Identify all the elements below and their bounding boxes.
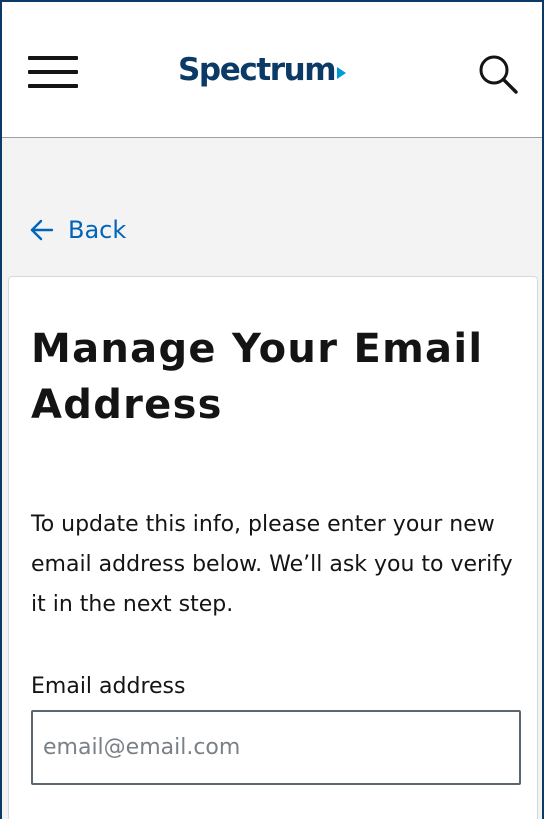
page-title: Manage Your Email Address xyxy=(31,326,484,428)
spectrum-logo[interactable]: Spectrum xyxy=(178,48,347,92)
hamburger-menu-icon[interactable] xyxy=(28,52,78,92)
form-description: To update this info, please enter your n… xyxy=(31,512,513,617)
email-form-card: Manage Your Email Address To update this… xyxy=(8,276,538,819)
menu-bar xyxy=(28,70,78,74)
email-field[interactable] xyxy=(31,710,521,785)
menu-bar xyxy=(28,84,78,88)
arrow-left-icon xyxy=(30,219,54,241)
top-header: Spectrum xyxy=(2,2,542,138)
back-link[interactable]: Back xyxy=(30,212,126,248)
search-icon[interactable] xyxy=(476,52,520,96)
email-field-label: Email address xyxy=(31,674,186,699)
logo-text: Spectrum xyxy=(178,52,337,88)
back-link-label: Back xyxy=(68,216,127,244)
search-icon-graphic xyxy=(479,55,518,94)
logo-arrow-icon xyxy=(337,67,347,79)
app-frame: Spectrum Back Manage Your Email Address … xyxy=(0,0,544,819)
menu-bar xyxy=(28,56,78,60)
